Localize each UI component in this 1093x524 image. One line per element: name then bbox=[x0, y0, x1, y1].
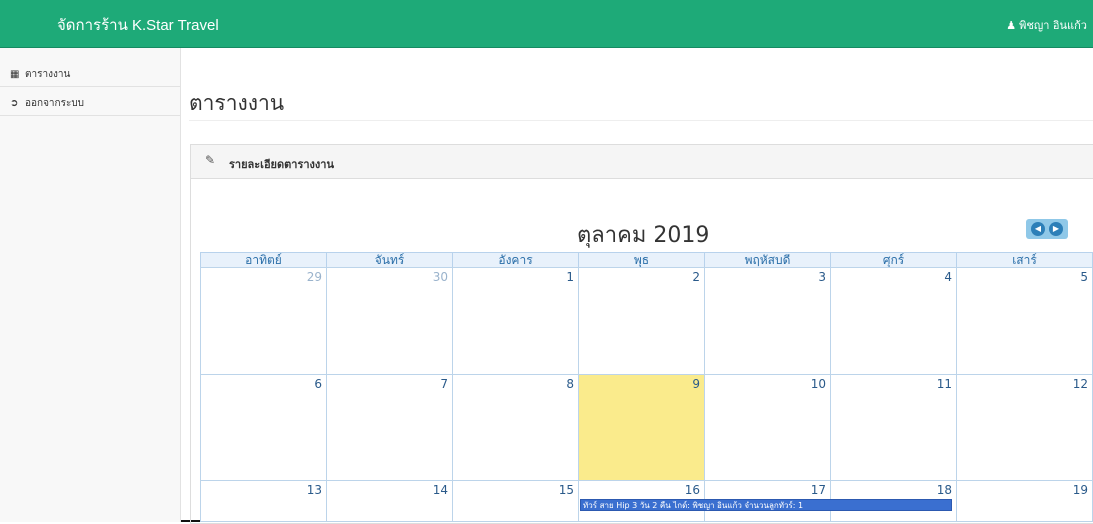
day-cell-today[interactable]: 9 bbox=[578, 374, 705, 481]
chevron-right-icon: ▶ bbox=[1052, 224, 1060, 233]
day-cell[interactable]: 8 bbox=[452, 374, 579, 481]
day-cell[interactable]: 10 bbox=[704, 374, 831, 481]
day-cell[interactable]: 14 bbox=[326, 480, 453, 522]
day-number: 7 bbox=[440, 377, 448, 391]
calendar-event[interactable]: ทัวร์ สาย Hip 3 วัน 2 คืน ไกด์: พิชญา อิ… bbox=[580, 499, 952, 511]
day-number: 15 bbox=[558, 483, 574, 497]
calendar-nav: ◀ ▶ bbox=[1026, 219, 1068, 239]
weekday-header: อาทิตย์ bbox=[200, 252, 327, 268]
day-number: 16 bbox=[684, 483, 700, 497]
divider bbox=[189, 120, 1093, 121]
day-number: 17 bbox=[810, 483, 826, 497]
weekday-header: อังคาร bbox=[452, 252, 579, 268]
sign-out-icon: ➲ bbox=[10, 98, 19, 109]
sidebar-item-logout[interactable]: ➲ ออกจากระบบ bbox=[0, 87, 180, 116]
panel-heading: ✎ รายละเอียดตารางงาน bbox=[191, 145, 1093, 179]
day-number: 18 bbox=[936, 483, 952, 497]
day-cell[interactable]: 13 bbox=[200, 480, 327, 522]
day-cell[interactable]: 3 bbox=[704, 267, 831, 375]
sidebar-item-label: ตารางงาน bbox=[25, 69, 71, 80]
day-cell[interactable]: 12 bbox=[956, 374, 1093, 481]
day-cell[interactable]: 6 bbox=[200, 374, 327, 481]
brand-link[interactable]: จัดการร้าน K.Star Travel bbox=[57, 13, 219, 37]
day-number: 2 bbox=[692, 270, 700, 284]
calendar-grid: อาทิตย์ จันทร์ อังคาร พุธ พฤหัสบดี ศุกร์… bbox=[200, 252, 1093, 522]
sidebar-item-schedule[interactable]: ▦ ตารางงาน bbox=[0, 58, 180, 87]
calendar-month-title: ตุลาคม 2019 bbox=[577, 223, 710, 248]
day-cell[interactable]: 2 bbox=[578, 267, 705, 375]
user-icon: ♟ bbox=[1006, 19, 1017, 32]
calendar-icon: ▦ bbox=[10, 69, 20, 80]
prev-month-button[interactable]: ◀ bbox=[1031, 222, 1045, 236]
day-number: 12 bbox=[1072, 377, 1088, 391]
day-cell[interactable]: 5 bbox=[956, 267, 1093, 375]
day-number: 13 bbox=[306, 483, 322, 497]
day-number: 11 bbox=[936, 377, 952, 391]
day-number: 10 bbox=[810, 377, 826, 391]
day-number: 5 bbox=[1080, 270, 1088, 284]
day-cell[interactable]: 30 bbox=[326, 267, 453, 375]
weekday-header: พุธ bbox=[578, 252, 705, 268]
day-number: 1 bbox=[566, 270, 574, 284]
weekday-header: พฤหัสบดี bbox=[704, 252, 831, 268]
user-menu[interactable]: ♟ พิชญา อินแก้ว bbox=[1006, 16, 1087, 34]
day-cell[interactable]: 4 bbox=[830, 267, 957, 375]
day-number: 6 bbox=[314, 377, 322, 391]
user-name: พิชญา อินแก้ว bbox=[1019, 19, 1087, 32]
next-month-button[interactable]: ▶ bbox=[1049, 222, 1063, 236]
day-number: 19 bbox=[1072, 483, 1088, 497]
day-number: 14 bbox=[432, 483, 448, 497]
day-cell[interactable]: 1 bbox=[452, 267, 579, 375]
day-cell[interactable]: 15 bbox=[452, 480, 579, 522]
day-cell[interactable]: 29 bbox=[200, 267, 327, 375]
day-number: 9 bbox=[692, 377, 700, 391]
day-cell[interactable]: 7 bbox=[326, 374, 453, 481]
weekday-header: ศุกร์ bbox=[830, 252, 957, 268]
page-title: ตารางงาน bbox=[189, 91, 285, 115]
weekday-header: เสาร์ bbox=[956, 252, 1093, 268]
sidebar: ▦ ตารางงาน ➲ ออกจากระบบ bbox=[0, 48, 181, 522]
day-number: 3 bbox=[818, 270, 826, 284]
panel-title: รายละเอียดตารางงาน bbox=[229, 158, 334, 171]
day-number: 30 bbox=[432, 270, 448, 284]
weekday-header: จันทร์ bbox=[326, 252, 453, 268]
day-number: 29 bbox=[306, 270, 322, 284]
day-cell[interactable]: 11 bbox=[830, 374, 957, 481]
edit-icon: ✎ bbox=[205, 153, 216, 167]
top-navbar: จัดการร้าน K.Star Travel ♟ พิชญา อินแก้ว bbox=[0, 0, 1093, 48]
day-cell[interactable]: 19 bbox=[956, 480, 1093, 522]
sidebar-item-label: ออกจากระบบ bbox=[25, 98, 85, 109]
day-number: 4 bbox=[944, 270, 952, 284]
day-number: 8 bbox=[566, 377, 574, 391]
chevron-left-icon: ◀ bbox=[1034, 224, 1042, 233]
